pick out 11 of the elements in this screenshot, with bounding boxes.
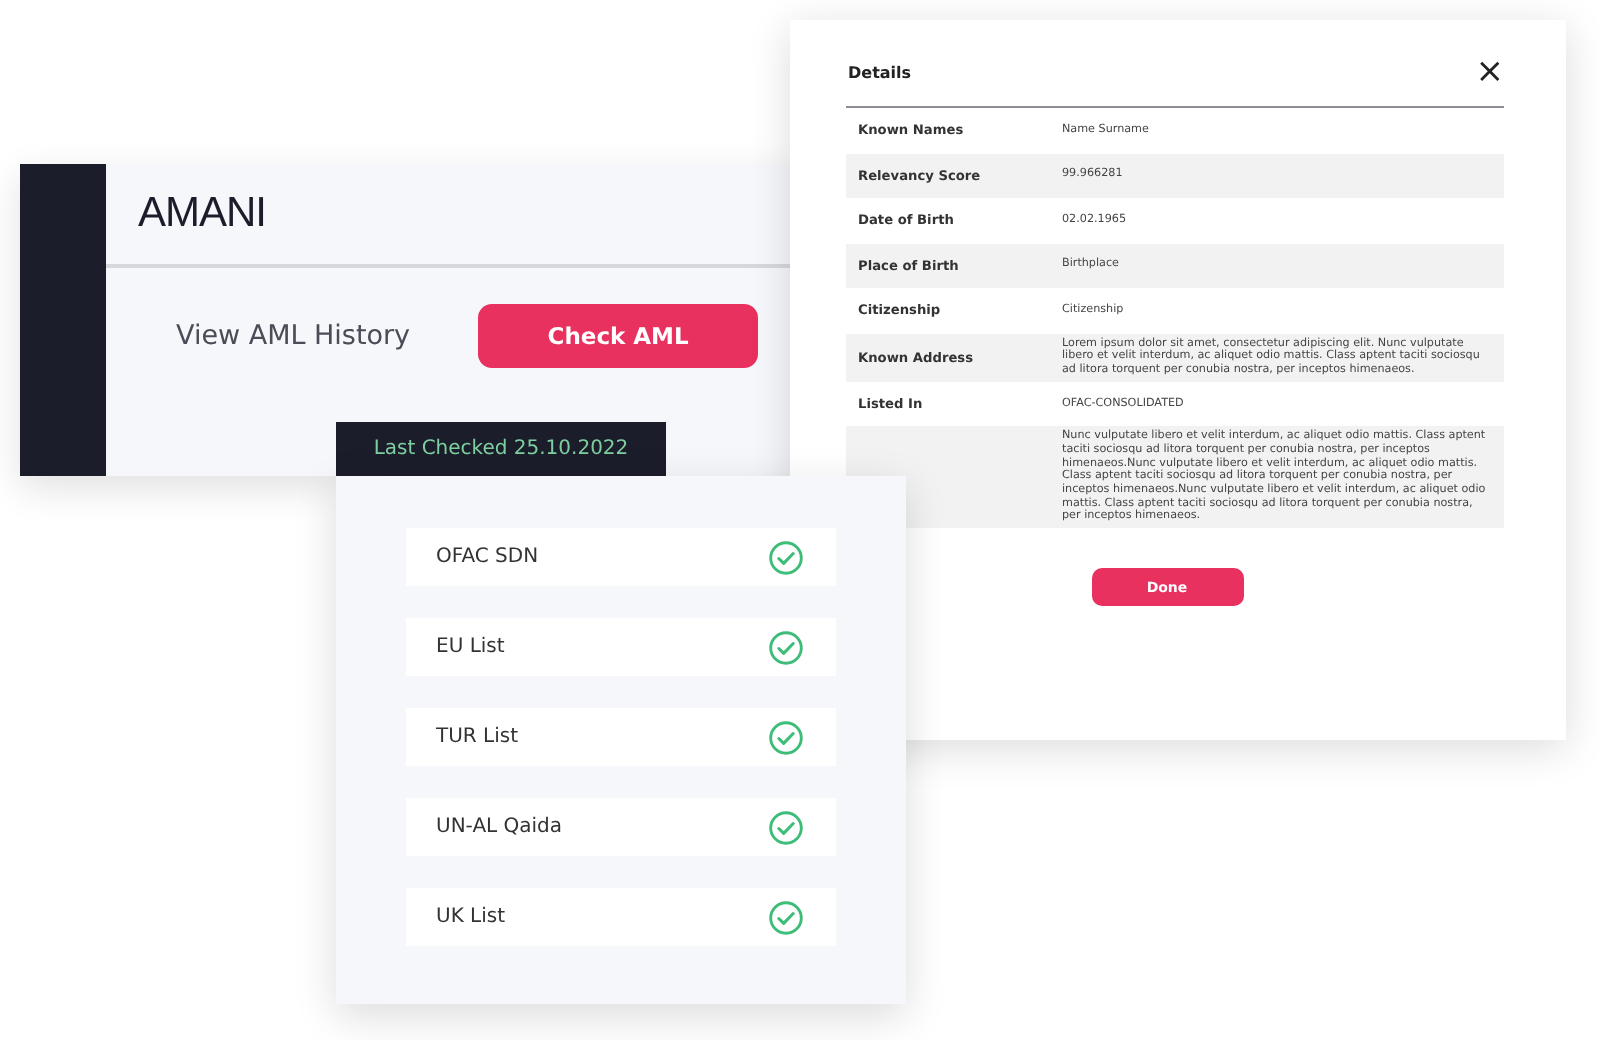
list-name: UN-AL Qaida xyxy=(436,816,563,838)
list-name: EU List xyxy=(436,636,505,658)
list-name: OFAC SDN xyxy=(436,546,539,568)
check-aml-button[interactable]: Check AML xyxy=(478,304,759,368)
panel-title: Details xyxy=(846,64,912,82)
list-name: TUR List xyxy=(436,726,519,748)
close-button[interactable]: × xyxy=(1475,56,1504,90)
list-name: UK List xyxy=(436,906,506,928)
history-link[interactable]: View AML History xyxy=(176,320,411,352)
last-checked-label: Last Checked 25.10.2022 xyxy=(336,422,666,476)
logo: AMANI xyxy=(138,190,267,238)
